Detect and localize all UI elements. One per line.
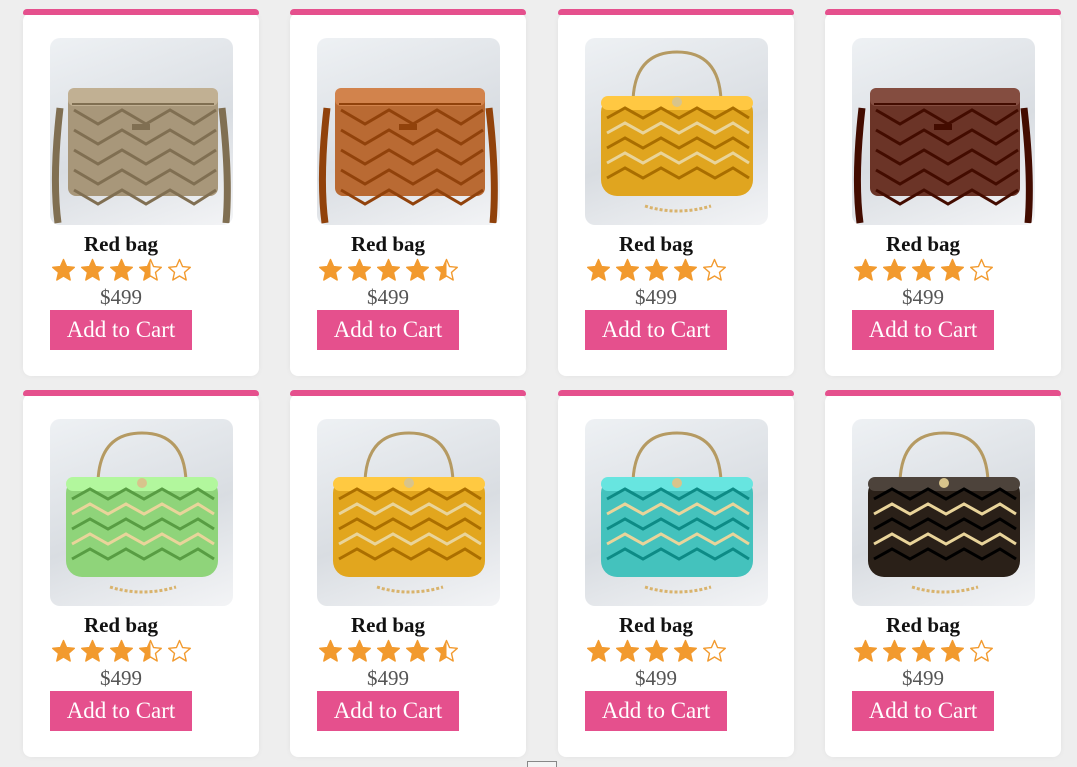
star-empty-icon <box>702 258 727 282</box>
star-half-icon <box>138 258 163 282</box>
product-card: Red bag $499 Add to Cart <box>558 390 794 757</box>
star-filled-icon <box>644 258 669 282</box>
product-price: $499 <box>902 666 944 690</box>
star-filled-icon <box>615 258 640 282</box>
star-filled-icon <box>51 639 76 663</box>
star-filled-icon <box>51 258 76 282</box>
product-price: $499 <box>100 285 142 309</box>
product-card: Red bag $499 Add to Cart <box>825 9 1061 376</box>
card-accent-bar <box>558 9 794 15</box>
product-name: Red bag <box>885 232 961 256</box>
product-card: Red bag $499 Add to Cart <box>23 9 259 376</box>
product-image[interactable] <box>852 38 1035 225</box>
star-filled-icon <box>911 258 936 282</box>
add-to-cart-button[interactable]: Add to Cart <box>852 310 994 350</box>
star-empty-icon <box>167 258 192 282</box>
star-filled-icon <box>673 639 698 663</box>
star-filled-icon <box>376 639 401 663</box>
star-filled-icon <box>405 258 430 282</box>
product-price: $499 <box>367 285 409 309</box>
star-filled-icon <box>586 258 611 282</box>
rating-stars <box>586 639 727 663</box>
star-filled-icon <box>109 258 134 282</box>
rating-stars <box>853 258 994 282</box>
star-filled-icon <box>673 258 698 282</box>
product-name: Red bag <box>350 613 426 637</box>
add-to-cart-button[interactable]: Add to Cart <box>50 310 192 350</box>
product-card: Red bag $499 Add to Cart <box>558 9 794 376</box>
product-name: Red bag <box>83 613 159 637</box>
add-to-cart-button[interactable]: Add to Cart <box>50 691 192 731</box>
product-image[interactable] <box>852 419 1035 606</box>
product-price: $499 <box>635 666 677 690</box>
product-card: Red bag $499 Add to Cart <box>23 390 259 757</box>
rating-stars <box>51 258 192 282</box>
star-empty-icon <box>702 639 727 663</box>
card-accent-bar <box>23 390 259 396</box>
rating-stars <box>853 639 994 663</box>
card-accent-bar <box>23 9 259 15</box>
rating-stars <box>318 639 459 663</box>
product-name: Red bag <box>83 232 159 256</box>
product-name: Red bag <box>350 232 426 256</box>
product-card: Red bag $499 Add to Cart <box>825 390 1061 757</box>
product-image[interactable] <box>585 38 768 225</box>
product-image[interactable] <box>317 419 500 606</box>
star-filled-icon <box>882 639 907 663</box>
add-to-cart-button[interactable]: Add to Cart <box>317 310 459 350</box>
star-filled-icon <box>405 639 430 663</box>
star-filled-icon <box>615 639 640 663</box>
add-to-cart-button[interactable]: Add to Cart <box>585 310 727 350</box>
star-empty-icon <box>969 258 994 282</box>
star-filled-icon <box>80 258 105 282</box>
product-price: $499 <box>100 666 142 690</box>
product-image[interactable] <box>317 38 500 225</box>
card-accent-bar <box>825 390 1061 396</box>
star-filled-icon <box>853 639 878 663</box>
star-filled-icon <box>911 639 936 663</box>
product-image[interactable] <box>50 419 233 606</box>
product-card: Red bag $499 Add to Cart <box>290 9 526 376</box>
star-filled-icon <box>347 639 372 663</box>
star-filled-icon <box>940 639 965 663</box>
product-price: $499 <box>635 285 677 309</box>
add-to-cart-button[interactable]: Add to Cart <box>852 691 994 731</box>
rating-stars <box>586 258 727 282</box>
star-filled-icon <box>318 639 343 663</box>
product-card: Red bag $499 Add to Cart <box>290 390 526 757</box>
scroll-handle[interactable] <box>527 761 557 767</box>
star-filled-icon <box>882 258 907 282</box>
star-half-icon <box>434 639 459 663</box>
product-name: Red bag <box>885 613 961 637</box>
card-accent-bar <box>290 390 526 396</box>
star-half-icon <box>434 258 459 282</box>
star-filled-icon <box>853 258 878 282</box>
star-filled-icon <box>109 639 134 663</box>
star-half-icon <box>138 639 163 663</box>
star-filled-icon <box>347 258 372 282</box>
star-empty-icon <box>167 639 192 663</box>
product-grid: Red bag $499 Add to Cart Red bag $499 Ad… <box>0 0 1077 767</box>
star-filled-icon <box>376 258 401 282</box>
add-to-cart-button[interactable]: Add to Cart <box>585 691 727 731</box>
add-to-cart-button[interactable]: Add to Cart <box>317 691 459 731</box>
product-image[interactable] <box>585 419 768 606</box>
card-accent-bar <box>558 390 794 396</box>
product-name: Red bag <box>618 232 694 256</box>
star-filled-icon <box>940 258 965 282</box>
product-image[interactable] <box>50 38 233 225</box>
card-accent-bar <box>290 9 526 15</box>
product-price: $499 <box>902 285 944 309</box>
card-accent-bar <box>825 9 1061 15</box>
product-price: $499 <box>367 666 409 690</box>
rating-stars <box>51 639 192 663</box>
star-empty-icon <box>969 639 994 663</box>
product-name: Red bag <box>618 613 694 637</box>
star-filled-icon <box>318 258 343 282</box>
star-filled-icon <box>586 639 611 663</box>
star-filled-icon <box>80 639 105 663</box>
star-filled-icon <box>644 639 669 663</box>
rating-stars <box>318 258 459 282</box>
